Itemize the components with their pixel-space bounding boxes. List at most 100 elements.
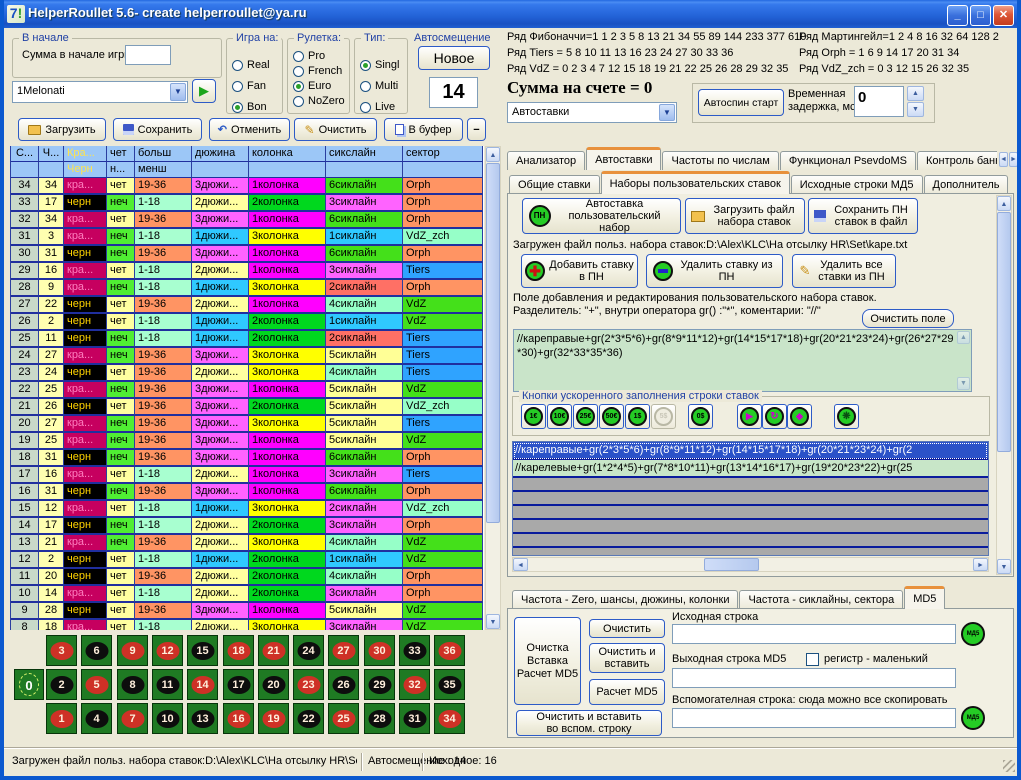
radio-game_on-Bon[interactable]: Bon xyxy=(232,101,270,113)
clear-button[interactable]: ✎ Очистить xyxy=(294,118,377,141)
radio-icon[interactable] xyxy=(232,60,243,71)
table-row[interactable]: 122чернчет1-181дюжи...2колонка1сиклайнVd… xyxy=(11,552,484,569)
board-cell-34[interactable]: 34 xyxy=(434,703,465,734)
money-button-25€[interactable]: 25€ xyxy=(573,404,598,429)
bets-list[interactable]: //кареправые+gr(2*3*5*6)+gr(8*9*11*12)+g… xyxy=(512,441,989,556)
board-cell-2[interactable]: 2 xyxy=(46,669,77,700)
copy-to-clipboard-button[interactable]: В буфер xyxy=(384,118,463,141)
radio-icon[interactable] xyxy=(293,96,304,107)
chevron-down-icon[interactable]: ▼ xyxy=(659,104,675,121)
bets-hscrollbar-thumb[interactable] xyxy=(704,558,759,571)
board-cell-26[interactable]: 26 xyxy=(328,669,359,700)
radio-roulette-French[interactable]: French xyxy=(293,65,345,77)
board-cell-27[interactable]: 27 xyxy=(328,635,359,666)
md5-aux-icon[interactable]: МД5 xyxy=(961,706,985,730)
table-row[interactable]: 1925кра...неч19-363дюжи...1колонка5сикла… xyxy=(11,433,484,450)
tab-sub-2[interactable]: Наборы пользовательских ставок xyxy=(601,171,790,194)
board-cell-12[interactable]: 12 xyxy=(152,635,183,666)
table-row[interactable]: 1321кра...неч19-362дюжи...3колонка4сикла… xyxy=(11,535,484,552)
board-cell-25[interactable]: 25 xyxy=(328,703,359,734)
bets-list-empty-row[interactable] xyxy=(513,492,988,506)
bets-list-empty-row[interactable] xyxy=(513,520,988,534)
delay-input[interactable]: 0 xyxy=(854,86,904,117)
tab-freq-1[interactable]: Частота - Zero, шансы, дюжины, колонки xyxy=(512,590,738,609)
bets-list-empty-row[interactable] xyxy=(513,534,988,548)
board-cell-3[interactable]: 3 xyxy=(46,635,77,666)
board-cell-11[interactable]: 11 xyxy=(152,669,183,700)
delete-bet-button[interactable]: Удалить ставку из ПН xyxy=(646,254,783,288)
resize-grip[interactable] xyxy=(1003,760,1015,772)
table-row[interactable]: 2324чернчет19-362дюжи...3колонка4сиклайн… xyxy=(11,365,484,382)
money-button-10€[interactable]: 10€ xyxy=(547,404,572,429)
run-strategy-button[interactable]: ▶ xyxy=(192,79,216,103)
table-row[interactable]: 1716кра...чет1-182дюжи...1колонка3сиклай… xyxy=(11,467,484,484)
bets-list-empty-row[interactable] xyxy=(513,478,988,492)
board-cell-15[interactable]: 15 xyxy=(187,635,218,666)
table-row[interactable]: 928чернчет19-363дюжи...1колонка5сиклайнV… xyxy=(11,603,484,620)
table-row[interactable]: 3434кра...чет19-363дюжи...1колонка6сикла… xyxy=(11,178,484,195)
tab-sub-1[interactable]: Общие ставки xyxy=(509,175,600,194)
radio-roulette-Pro[interactable]: Pro xyxy=(293,50,345,62)
zero-money-button[interactable]: 0$ xyxy=(688,404,713,429)
bets-list-item[interactable]: //карелевые+gr(1*2*4*5)+gr(7*8*10*11)+gr… xyxy=(513,460,988,478)
save-set-file-button[interactable]: Сохранить ПН ставок в файл xyxy=(808,198,918,234)
table-row[interactable]: 289кра...неч1-181дюжи...3колонка2сиклайн… xyxy=(11,280,484,297)
tab-freq-2[interactable]: Частота - сиклайны, сектора xyxy=(739,590,903,609)
table-row[interactable]: 3234кра...чет19-363дюжи...1колонка6сикла… xyxy=(11,212,484,229)
start-sum-input[interactable] xyxy=(125,45,171,65)
board-cell-0[interactable]: 0 xyxy=(14,669,44,700)
tab-main-1[interactable]: Анализатор xyxy=(507,151,585,170)
radio-icon[interactable] xyxy=(360,60,371,71)
tab-main-4[interactable]: Функционал PsevdoMS xyxy=(780,151,916,170)
table-row[interactable]: 2722чернчет19-362дюжи...1колонка4сиклайн… xyxy=(11,297,484,314)
board-cell-6[interactable]: 6 xyxy=(81,635,112,666)
board-cell-19[interactable]: 19 xyxy=(258,703,289,734)
panel-scroll-up-icon[interactable]: ▲ xyxy=(997,196,1011,211)
bets-list-item[interactable]: //кареправые+gr(2*3*5*6)+gr(8*9*11*12)+g… xyxy=(513,442,988,460)
edit-scroll-up-icon[interactable]: ▲ xyxy=(957,331,970,344)
edit-scroll-down-icon[interactable]: ▼ xyxy=(957,377,970,390)
tab-main-5[interactable]: Контроль банкро xyxy=(917,151,997,170)
board-cell-9[interactable]: 9 xyxy=(117,635,148,666)
load-button[interactable]: Загрузить xyxy=(18,118,106,141)
tab-main-3[interactable]: Частоты по числам xyxy=(662,151,778,170)
board-cell-1[interactable]: 1 xyxy=(46,703,77,734)
table-row[interactable]: 2225кра...неч19-363дюжи...1колонка5сикла… xyxy=(11,382,484,399)
md5-calc-icon[interactable]: МД5 xyxy=(961,622,985,646)
table-row[interactable]: 2511черннеч1-181дюжи...2колонка2сиклайнT… xyxy=(11,331,484,348)
radio-game_on-Fan[interactable]: Fan xyxy=(232,80,270,92)
table-scroll-up-icon[interactable]: ▲ xyxy=(486,147,500,162)
table-row[interactable]: 2916кра...чет1-182дюжи...1колонка3сиклай… xyxy=(11,263,484,280)
table-row[interactable]: 262чернчет1-181дюжи...2колонка1сиклайнVd… xyxy=(11,314,484,331)
table-row[interactable]: 2126чернчет19-363дюжи...2колонка5сиклайн… xyxy=(11,399,484,416)
spins-table[interactable]: С...Ч...Кра...четбольшдюжинаколонкасиксл… xyxy=(10,146,484,630)
radio-game_on-Real[interactable]: Real xyxy=(232,59,270,71)
autospin-start-button[interactable]: Автоспин старт xyxy=(698,89,784,116)
board-cell-36[interactable]: 36 xyxy=(434,635,465,666)
undo-button[interactable]: ↶ Отменить xyxy=(209,118,290,141)
board-cell-28[interactable]: 28 xyxy=(364,703,395,734)
quick-random-button[interactable]: ❋ xyxy=(834,404,859,429)
tab-main-2[interactable]: Автоставки xyxy=(586,147,661,170)
clear-field-button[interactable]: Очистить поле xyxy=(862,309,954,328)
table-row[interactable]: 1831черннеч19-363дюжи...1колонка6сиклайн… xyxy=(11,450,484,467)
autobet-user-set-button[interactable]: ПН Автоставка пользовательский набор xyxy=(522,198,681,234)
md5-calc-button[interactable]: Расчет MD5 xyxy=(589,679,665,705)
radio-icon[interactable] xyxy=(232,81,243,92)
bets-list-empty-row[interactable] xyxy=(513,548,988,556)
register-checkbox[interactable] xyxy=(806,653,819,666)
table-row[interactable]: 2427кра...неч19-363дюжи...3колонка5сикла… xyxy=(11,348,484,365)
md5-big-button[interactable]: Очистка Вставка Расчет MD5 xyxy=(514,617,581,705)
board-cell-5[interactable]: 5 xyxy=(81,669,112,700)
table-row[interactable]: 3031черннеч19-363дюжи...1колонка6сиклайн… xyxy=(11,246,484,263)
delay-up-icon[interactable]: ▲ xyxy=(907,86,924,101)
md5-clear-button[interactable]: Очистить xyxy=(589,619,665,638)
delay-down-icon[interactable]: ▼ xyxy=(907,102,924,117)
table-row[interactable]: 3317черннеч1-182дюжи...2колонка3сиклайнO… xyxy=(11,195,484,212)
load-set-file-button[interactable]: Загрузить файл набора ставок xyxy=(685,198,805,234)
autobets-combo[interactable]: Автоставки ▼ xyxy=(507,102,677,123)
money-button-1$[interactable]: 1$ xyxy=(625,404,650,429)
board-cell-33[interactable]: 33 xyxy=(399,635,430,666)
new-number-button[interactable]: Новое xyxy=(418,46,490,70)
collapse-button[interactable]: − xyxy=(467,118,486,141)
